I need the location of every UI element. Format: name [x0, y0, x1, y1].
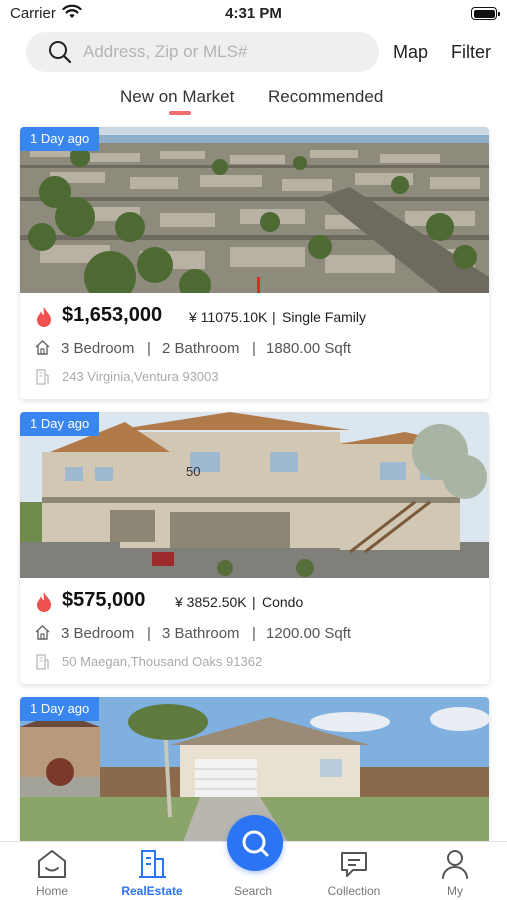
spec-separator: |: [147, 625, 151, 642]
flame-icon: [37, 592, 51, 612]
tab-collection-label: Collection: [327, 884, 381, 898]
person-icon: [442, 850, 468, 879]
listing-feed[interactable]: 1 Day ago $1,653,000 ¥ 11075.10K | Singl…: [0, 118, 507, 841]
bathroom-count: 2 Bathroom: [162, 340, 240, 357]
tab-home[interactable]: Home: [12, 848, 92, 898]
clock: 4:31 PM: [225, 5, 282, 22]
tab-my[interactable]: My: [415, 848, 495, 898]
spec-separator: |: [252, 340, 256, 357]
listing-separator: |: [252, 594, 256, 610]
filter-button[interactable]: Filter: [451, 42, 491, 63]
flame-icon: [37, 307, 51, 327]
living-area: 1880.00 Sqft: [266, 340, 352, 357]
tab-search-label: Search: [233, 884, 273, 898]
home-icon: [38, 850, 66, 878]
listing-type: Single Family: [282, 309, 367, 325]
listing-photo[interactable]: 50 1 Day ago: [20, 412, 489, 578]
listing-age-badge: 1 Day ago: [20, 697, 100, 721]
search-icon: [49, 41, 72, 64]
map-button[interactable]: Map: [393, 42, 428, 63]
tab-my-label: My: [447, 884, 463, 898]
building-icon: [36, 369, 49, 385]
search-fab-button[interactable]: [227, 815, 283, 871]
listing-separator: |: [272, 309, 276, 325]
active-tab-indicator: [169, 111, 191, 115]
spec-separator: |: [147, 340, 151, 357]
building-icon: [139, 850, 166, 878]
listing-price: $1,653,000: [62, 304, 163, 326]
listing-card[interactable]: 50 1 Day ago $575,000 ¥ 3852.50K | Condo…: [20, 412, 489, 684]
house-icon: [35, 340, 50, 355]
listing-photo[interactable]: 1 Day ago: [20, 127, 489, 293]
spec-separator: |: [252, 625, 256, 642]
tab-recommended[interactable]: Recommended: [268, 87, 383, 107]
listing-address: 243 Virginia,Ventura 93003: [62, 369, 219, 384]
search-row: Address, Zip or MLS# Map Filter: [26, 32, 497, 72]
tab-collection[interactable]: Collection: [314, 848, 394, 898]
tab-realestate-label: RealEstate: [121, 884, 183, 898]
search-input[interactable]: Address, Zip or MLS#: [26, 32, 379, 72]
tab-new-on-market[interactable]: New on Market: [120, 87, 234, 107]
tab-home-label: Home: [35, 884, 68, 898]
living-area: 1200.00 Sqft: [266, 625, 352, 642]
listing-price-cny: ¥ 3852.50K: [175, 594, 247, 610]
status-bar: Carrier 4:31 PM: [0, 0, 507, 28]
listing-tabs: New on Market Recommended: [0, 84, 507, 118]
house-icon: [35, 625, 50, 640]
listing-price-cny: ¥ 11075.10K: [189, 309, 268, 325]
tab-realestate[interactable]: RealEstate: [112, 848, 192, 898]
search-placeholder: Address, Zip or MLS#: [83, 42, 248, 61]
chat-icon: [341, 852, 367, 877]
listing-age-badge: 1 Day ago: [20, 412, 100, 436]
listing-price: $575,000: [62, 589, 146, 611]
listing-type: Condo: [262, 594, 304, 610]
listing-address: 50 Maegan,Thousand Oaks 91362: [62, 654, 263, 669]
bedroom-count: 3 Bedroom: [61, 340, 135, 357]
search-icon: [242, 830, 269, 857]
svg-text:50: 50: [186, 464, 200, 479]
bathroom-count: 3 Bathroom: [162, 625, 240, 642]
battery-icon: [471, 7, 500, 20]
listing-age-badge: 1 Day ago: [20, 127, 100, 151]
listing-card[interactable]: 1 Day ago $1,653,000 ¥ 11075.10K | Singl…: [20, 127, 489, 399]
building-icon: [36, 654, 49, 670]
bedroom-count: 3 Bedroom: [61, 625, 135, 642]
